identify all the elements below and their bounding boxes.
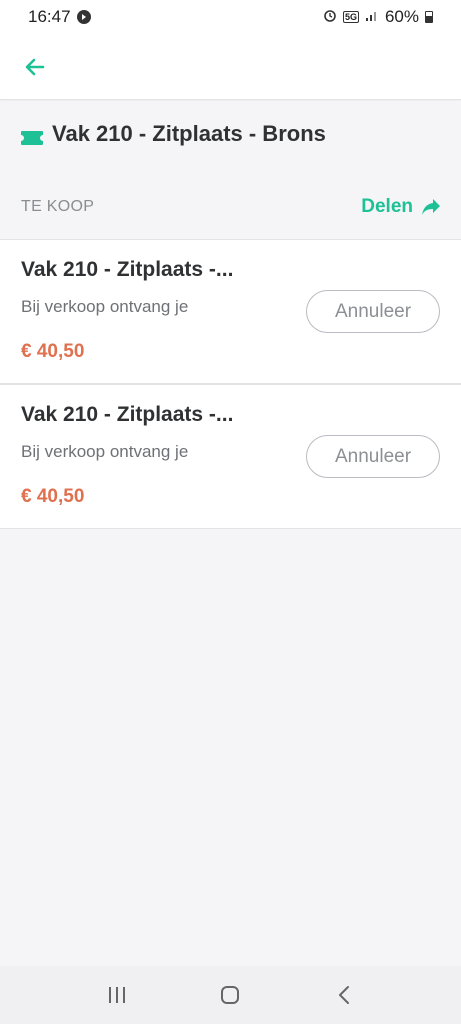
signal-icon [365,7,379,27]
listing-name: Vak 210 - Zitplaats -... [21,403,234,426]
status-time: 16:47 [28,7,71,26]
recents-button[interactable] [97,975,137,1015]
listing-name: Vak 210 - Zitplaats -... [21,258,234,281]
listing-subtitle: Bij verkoop ontvang je [21,442,189,461]
status-bar: 16:47 5G 60% [0,0,461,34]
title-section: Vak 210 - Zitplaats - Brons TE KOOP Dele… [0,101,461,239]
system-nav-bar [0,966,461,1024]
ticket-title-text: Vak 210 - Zitplaats - Brons [52,121,326,146]
listing-price: € 40,50 [21,341,85,362]
share-button[interactable]: Delen [361,196,441,218]
home-icon [221,986,240,1004]
cancel-button[interactable]: Annuleer [306,435,440,478]
system-back-button[interactable] [324,975,364,1015]
status-right: 5G 60% [323,7,433,27]
listing-item: Vak 210 - Zitplaats -... Bij verkoop ont… [0,384,461,529]
back-chevron-icon [339,986,350,1004]
listing-subtitle: Bij verkoop ontvang je [21,297,189,316]
cancel-button[interactable]: Annuleer [306,290,440,333]
app-bar [0,34,461,100]
notification-icon [76,10,91,24]
network-icon: 5G [342,11,359,23]
section-label: TE KOOP [21,198,95,215]
arrow-left-icon [25,58,45,76]
back-button[interactable] [18,50,52,84]
battery-icon [425,11,433,23]
share-arrow-icon [422,199,440,215]
alarm-icon [323,7,337,27]
share-label: Delen [361,196,413,217]
listing-item: Vak 210 - Zitplaats -... Bij verkoop ont… [0,239,461,384]
battery-percent: 60% [384,7,419,26]
ticket-icon [20,126,44,145]
ticket-title: Vak 210 - Zitplaats - Brons [20,121,326,147]
status-left: 16:47 [28,7,91,27]
recents-icon [108,987,125,1003]
listing-price: € 40,50 [21,486,85,507]
home-button[interactable] [210,975,250,1015]
